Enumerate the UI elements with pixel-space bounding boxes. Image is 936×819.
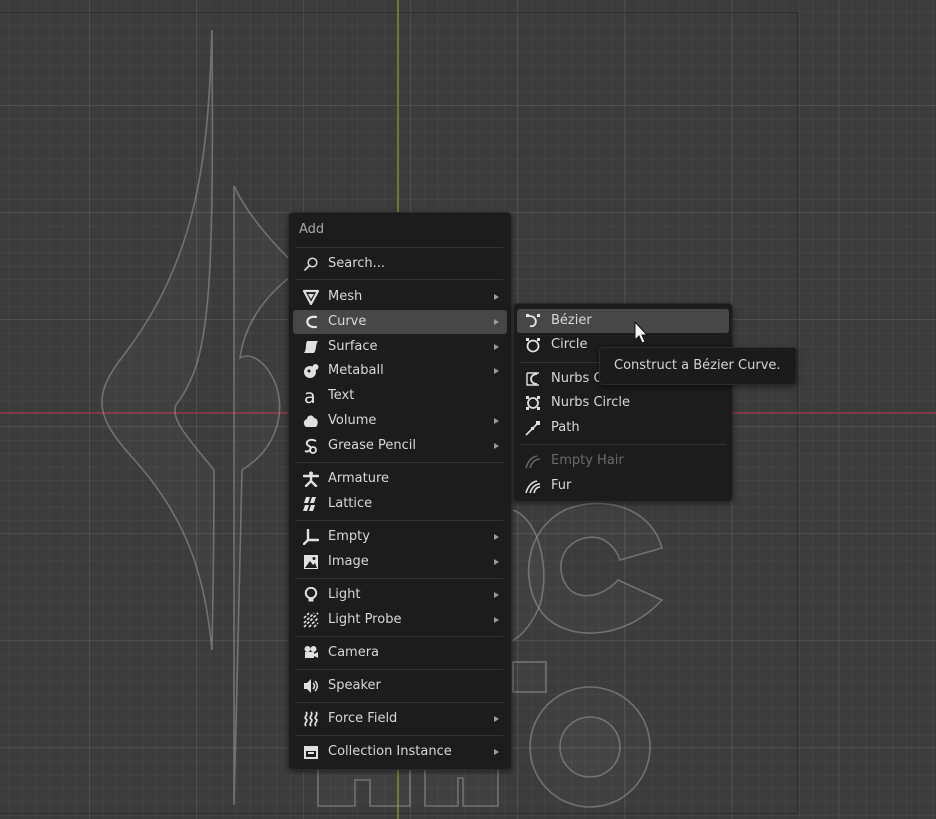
force-field-icon bbox=[304, 711, 318, 727]
letter-c-shape bbox=[527, 502, 664, 634]
submenu-item-nurbs-circle[interactable]: Nurbs Circle bbox=[517, 391, 729, 415]
menu-separator bbox=[295, 578, 503, 579]
grease-pencil-icon bbox=[304, 438, 317, 454]
submenu-arrow-icon bbox=[494, 443, 499, 449]
menu-item-mesh[interactable]: Mesh bbox=[293, 285, 507, 309]
menu-separator bbox=[295, 279, 503, 280]
light-icon bbox=[304, 587, 318, 602]
tooltip: Construct a Bézier Curve. bbox=[599, 347, 797, 385]
nurbs-circle-icon bbox=[526, 396, 540, 410]
menu-item-speaker[interactable]: Speaker bbox=[293, 674, 507, 698]
armature-icon bbox=[303, 471, 319, 487]
submenu-arrow-icon bbox=[494, 344, 499, 350]
menu-item-search[interactable]: Search... bbox=[293, 252, 507, 276]
submenu-item-path[interactable]: Path bbox=[517, 416, 729, 440]
letter-n-shape bbox=[424, 770, 499, 807]
submenu-arrow-icon bbox=[494, 716, 499, 722]
submenu-arrow-icon bbox=[494, 534, 499, 540]
menu-item-camera[interactable]: Camera bbox=[293, 641, 507, 665]
svg-text:a: a bbox=[304, 388, 316, 404]
speaker-icon bbox=[304, 679, 318, 693]
letter-c-partial-shape bbox=[512, 509, 545, 641]
menu-separator bbox=[295, 462, 503, 463]
submenu-arrow-icon bbox=[494, 319, 499, 325]
image-icon bbox=[304, 555, 318, 569]
mesh-icon bbox=[303, 289, 319, 305]
menu-separator bbox=[295, 702, 503, 703]
menu-item-empty[interactable]: Empty bbox=[293, 525, 507, 549]
menu-separator bbox=[295, 636, 503, 637]
menu-item-volume[interactable]: Volume bbox=[293, 409, 507, 433]
light-probe-icon bbox=[303, 612, 319, 628]
menu-separator bbox=[295, 735, 503, 736]
curve-submenu: Bézier Circle Nurbs Curve Nurbs Circle P… bbox=[513, 303, 733, 502]
menu-item-grease-pencil[interactable]: Grease Pencil bbox=[293, 434, 507, 458]
menu-item-text[interactable]: a Text bbox=[293, 384, 507, 408]
menu-title: Add bbox=[299, 222, 325, 237]
submenu-arrow-icon bbox=[494, 592, 499, 598]
submenu-arrow-icon bbox=[494, 749, 499, 755]
letter-m-shape bbox=[317, 770, 411, 807]
menu-item-light[interactable]: Light bbox=[293, 583, 507, 607]
submenu-item-fur[interactable]: Fur bbox=[517, 474, 729, 498]
menu-item-surface[interactable]: Surface bbox=[293, 335, 507, 359]
collection-instance-icon bbox=[304, 746, 318, 759]
submenu-separator bbox=[520, 444, 726, 445]
submenu-arrow-icon bbox=[494, 368, 499, 374]
submenu-arrow-icon bbox=[494, 294, 499, 300]
menu-item-lattice[interactable]: Lattice bbox=[293, 492, 507, 516]
camera-icon bbox=[304, 646, 318, 658]
submenu-item-empty-hair: Empty Hair bbox=[517, 449, 729, 473]
menu-item-image[interactable]: Image bbox=[293, 550, 507, 574]
mouse-cursor-icon bbox=[634, 321, 648, 344]
curve-icon bbox=[306, 315, 318, 329]
menu-item-force-field[interactable]: Force Field bbox=[293, 707, 507, 731]
menu-item-light-probe[interactable]: Light Probe bbox=[293, 608, 507, 632]
surface-icon bbox=[304, 341, 318, 353]
submenu-item-bezier[interactable]: Bézier bbox=[517, 309, 729, 333]
letter-bar-shape bbox=[512, 661, 547, 693]
submenu-arrow-icon bbox=[494, 418, 499, 424]
fur-icon bbox=[525, 480, 541, 494]
empty-hair-icon bbox=[525, 455, 541, 469]
menu-item-metaball[interactable]: Metaball bbox=[293, 359, 507, 383]
menu-separator bbox=[295, 247, 503, 248]
menu-item-armature[interactable]: Armature bbox=[293, 467, 507, 491]
submenu-arrow-icon bbox=[494, 559, 499, 565]
letter-o-inner-shape bbox=[559, 716, 621, 778]
lattice-icon bbox=[303, 497, 316, 511]
menu-separator bbox=[295, 520, 503, 521]
menu-separator bbox=[295, 669, 503, 670]
search-icon bbox=[304, 257, 318, 271]
empty-icon bbox=[303, 529, 319, 545]
menu-item-collection-instance[interactable]: Collection Instance bbox=[293, 740, 507, 764]
circle-curve-icon bbox=[526, 338, 540, 353]
blade-shape-left bbox=[101, 29, 215, 651]
menu-item-curve[interactable]: Curve bbox=[293, 310, 507, 334]
submenu-arrow-icon bbox=[494, 617, 499, 623]
add-menu: Add Search... Mesh Curve Surface Metabal… bbox=[288, 212, 512, 770]
volume-icon bbox=[303, 415, 318, 427]
path-icon bbox=[525, 421, 540, 436]
text-icon: a bbox=[304, 388, 316, 404]
metaball-icon bbox=[304, 364, 319, 378]
bezier-icon bbox=[526, 314, 540, 328]
nurbs-curve-icon bbox=[526, 372, 539, 386]
